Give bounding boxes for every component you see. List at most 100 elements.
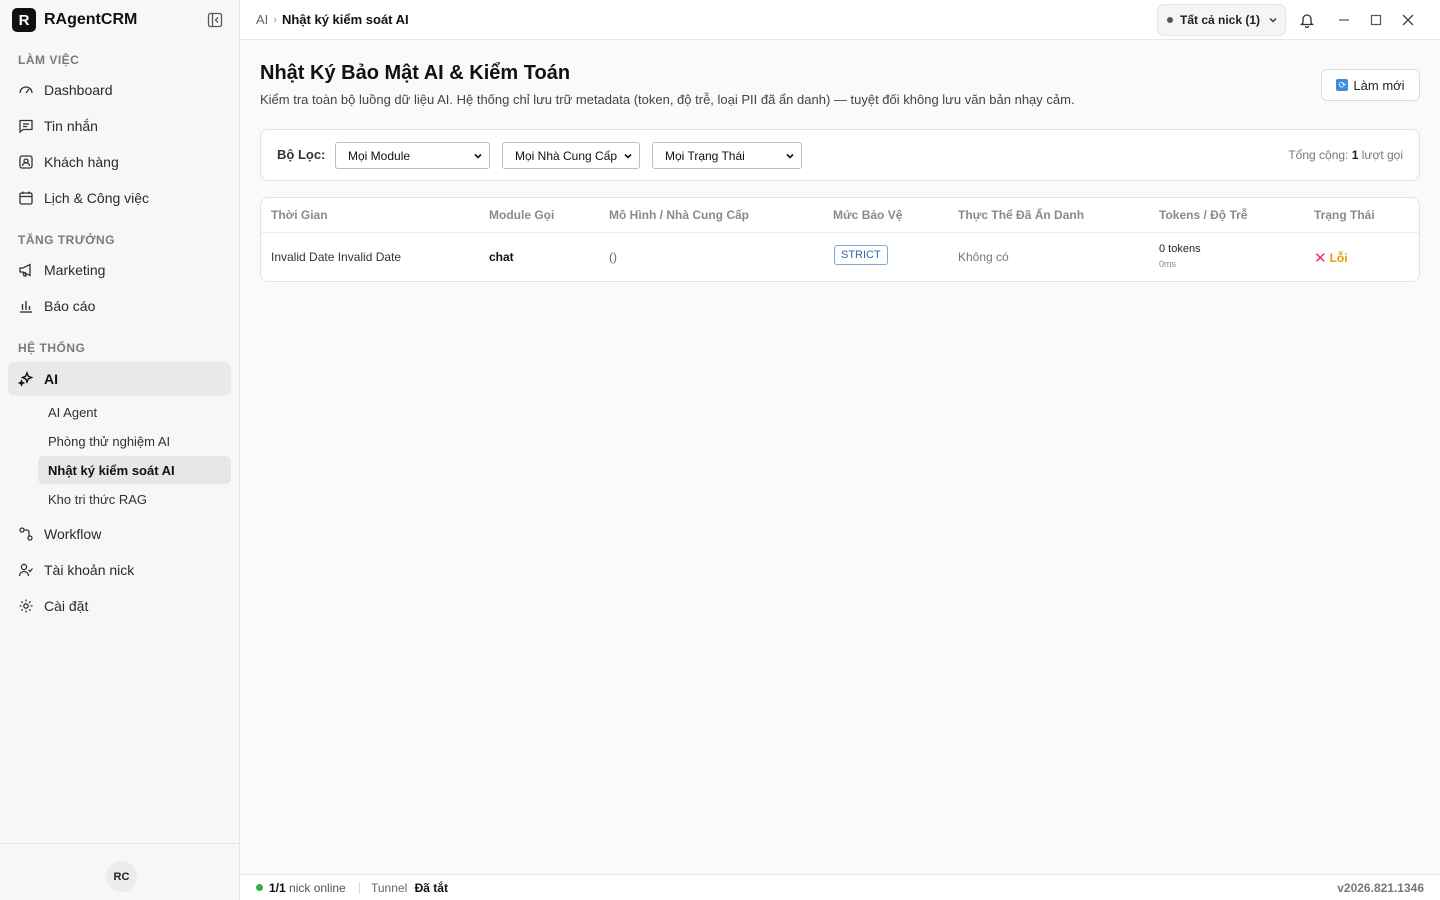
refresh-button-label: Làm mới: [1353, 77, 1405, 93]
sidebar-item-label: Tin nhắn: [44, 118, 98, 134]
sidebar-item-label: AI: [44, 371, 58, 387]
chevron-down-icon: [623, 151, 633, 161]
total-prefix: Tổng cộng:: [1288, 148, 1349, 162]
sidebar-footer: RC: [0, 843, 240, 900]
status-label: Lỗi: [1329, 251, 1348, 265]
sidebar-item-customers[interactable]: Khách hàng: [8, 145, 231, 179]
sidebar-subitem-ai-audit[interactable]: Nhật ký kiểm soát AI: [38, 456, 231, 484]
section-title-growth: TĂNG TRƯỞNG: [18, 233, 116, 247]
sidebar-item-marketing[interactable]: Marketing: [8, 253, 231, 287]
column-header-entities: Thực Thể Đã Ẩn Danh: [958, 208, 1085, 222]
sidebar-item-calendar[interactable]: Lịch & Công việc: [8, 181, 231, 215]
avatar[interactable]: RC: [106, 861, 137, 892]
audit-table: Thời Gian Module Gọi Mô Hình / Nhà Cung …: [260, 197, 1420, 282]
chevron-down-icon: [1268, 15, 1278, 25]
nick-select[interactable]: Tất cả nick (1): [1157, 4, 1286, 36]
column-header-module: Module Gọi: [489, 208, 555, 222]
minimize-icon[interactable]: [1336, 12, 1352, 28]
provider-filter-value: Mọi Nhà Cung Cấp: [515, 148, 618, 163]
refresh-button[interactable]: ⟳ Làm mới: [1321, 69, 1420, 101]
page-description: Kiểm tra toàn bộ luồng dữ liệu AI. Hệ th…: [260, 92, 1075, 107]
online-status-dot: [256, 884, 263, 891]
module-filter-select[interactable]: Mọi Module: [335, 142, 490, 169]
contact-card-icon: [18, 154, 34, 170]
brand-name: RAgentCRM: [44, 11, 138, 28]
status-filter-value: Mọi Trạng Thái: [665, 148, 745, 163]
online-label: nick online: [289, 881, 346, 895]
sidebar-item-settings[interactable]: Cài đặt: [8, 589, 231, 623]
divider: [261, 232, 1419, 233]
sidebar-item-label: Tài khoản nick: [44, 562, 135, 578]
cell-module: chat: [489, 250, 514, 264]
bar-chart-icon: [18, 298, 34, 314]
cell-time: Invalid Date Invalid Date: [271, 250, 402, 264]
cell-tokens: 0 tokens: [1159, 243, 1201, 255]
nick-select-label: Tất cả nick (1): [1180, 13, 1261, 27]
bell-icon[interactable]: [1299, 12, 1315, 28]
sidebar-collapse-icon[interactable]: [207, 12, 223, 28]
close-icon[interactable]: [1400, 12, 1416, 28]
sidebar-item-label: Cài đặt: [44, 598, 89, 614]
column-header-status: Trạng Thái: [1314, 208, 1375, 222]
statusbar: 1/1 nick online Tunnel Đã tắt v2026.821.…: [240, 874, 1440, 900]
total-count: Tổng cộng: 1 lượt gọi: [1288, 148, 1403, 162]
sidebar-subitem-ai-lab[interactable]: Phòng thử nghiệm AI: [38, 427, 231, 455]
refresh-icon: ⟳: [1336, 79, 1349, 91]
sidebar-item-reports[interactable]: Báo cáo: [8, 289, 231, 323]
sidebar-item-label: Lịch & Công việc: [44, 190, 150, 206]
workflow-icon: [18, 526, 34, 542]
filter-label: Bộ Lọc:: [277, 147, 326, 162]
sidebar-item-label: Khách hàng: [44, 154, 119, 170]
brand[interactable]: R RAgentCRM: [12, 8, 137, 32]
column-header-protection: Mức Bảo Vệ: [833, 208, 903, 222]
calendar-icon: [18, 190, 34, 206]
status-filter-select[interactable]: Mọi Trạng Thái: [652, 142, 802, 169]
breadcrumb: AI › Nhật ký kiểm soát AI: [256, 12, 409, 27]
status-dot: [1167, 17, 1173, 23]
tunnel-label: Tunnel: [371, 881, 408, 895]
cell-entities: Không có: [958, 250, 1009, 264]
column-header-time: Thời Gian: [271, 208, 328, 222]
user-check-icon: [18, 562, 34, 578]
sidebar-item-label: Báo cáo: [44, 298, 96, 314]
topbar: AI › Nhật ký kiểm soát AI Tất cả nick (1…: [240, 0, 1440, 40]
sidebar: R RAgentCRM LÀM VIỆC Dashboard Tin nhắn …: [0, 0, 240, 900]
sidebar-item-messages[interactable]: Tin nhắn: [8, 109, 231, 143]
cell-latency: 0ms: [1159, 259, 1177, 269]
module-filter-value: Mọi Module: [348, 148, 411, 163]
column-header-tokens: Tokens / Độ Trễ: [1159, 208, 1248, 222]
brand-logo: R: [12, 8, 36, 32]
maximize-icon[interactable]: [1368, 12, 1384, 28]
chevron-down-icon: [785, 151, 795, 161]
error-x-icon: ✕: [1314, 250, 1327, 267]
sidebar-item-workflow[interactable]: Workflow: [8, 517, 231, 551]
total-suffix: lượt gọi: [1361, 148, 1403, 162]
section-title-system: HỆ THỐNG: [18, 341, 86, 355]
sidebar-item-accounts[interactable]: Tài khoản nick: [8, 553, 231, 587]
provider-filter-select[interactable]: Mọi Nhà Cung Cấp: [502, 142, 640, 169]
tunnel-value: Đã tắt: [414, 881, 448, 895]
cell-model: (): [609, 250, 617, 264]
divider: [359, 882, 360, 894]
sparkles-icon: [18, 371, 34, 387]
gear-icon: [18, 598, 34, 614]
message-icon: [18, 118, 34, 134]
sidebar-item-label: Dashboard: [44, 82, 113, 98]
app-version: v2026.821.1346: [1337, 881, 1424, 895]
sidebar-subitem-rag[interactable]: Kho tri thức RAG: [38, 485, 231, 513]
column-header-model: Mô Hình / Nhà Cung Cấp: [609, 208, 749, 222]
sidebar-item-ai[interactable]: AI: [8, 362, 231, 396]
sidebar-item-dashboard[interactable]: Dashboard: [8, 73, 231, 107]
sidebar-subitem-ai-agent[interactable]: AI Agent: [38, 398, 231, 426]
page-title: Nhật Ký Bảo Mật AI & Kiểm Toán: [260, 62, 571, 84]
gauge-icon: [18, 82, 34, 98]
megaphone-icon: [18, 262, 34, 278]
breadcrumb-separator: ›: [273, 13, 277, 26]
section-title-work: LÀM VIỆC: [18, 53, 80, 67]
breadcrumb-parent[interactable]: AI: [256, 12, 268, 27]
chevron-down-icon: [473, 151, 483, 161]
breadcrumb-current: Nhật ký kiểm soát AI: [281, 12, 409, 27]
sidebar-item-label: Marketing: [44, 262, 106, 278]
total-value: 1: [1351, 148, 1359, 162]
sidebar-item-label: Workflow: [44, 526, 102, 542]
